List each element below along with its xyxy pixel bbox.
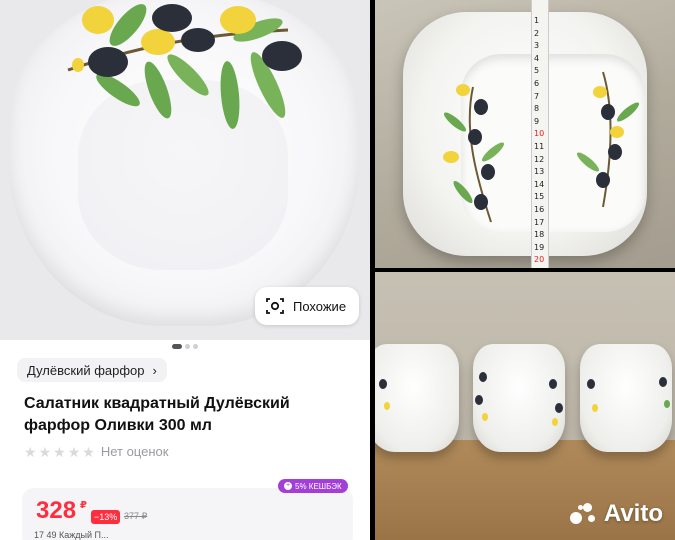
ruler-number: 1 — [534, 16, 540, 25]
ruler-number: 19 — [534, 242, 545, 252]
ruler-number: 4 — [534, 53, 540, 63]
star-icon: ★ — [24, 443, 37, 460]
ruler-number: 20 — [534, 255, 545, 265]
ruler-number: 15 — [534, 192, 545, 202]
star-icon: ★ — [38, 443, 52, 460]
ruler-number: 11 — [534, 142, 545, 151]
plus-icon: + — [284, 482, 292, 490]
similar-button[interactable]: Похожие — [255, 287, 359, 325]
product-card: Похожие Дулёвский фарфор › Салатник квад… — [0, 0, 370, 540]
price: 328 — [36, 497, 77, 524]
ruler-number: 10 — [534, 129, 545, 139]
measuring-ruler: 1 2 3 4 5 6 7 8 9 10 11 12 13 14 15 16 17 18 19 20 — [531, 0, 549, 268]
ruler-number: 18 — [534, 230, 545, 240]
ruler-number: 13 — [534, 167, 545, 177]
brand-label: Дулёвский фарфор — [27, 362, 145, 378]
ruler-number: 6 — [534, 79, 540, 88]
star-icon: ★ — [82, 443, 95, 460]
avito-watermark: Avito — [569, 500, 663, 528]
ruler-number: 9 — [534, 116, 540, 126]
discount-badge: −13% — [91, 510, 121, 524]
olive-branch-decoration — [443, 71, 640, 223]
photo-three-bowls[interactable]: Avito — [375, 272, 675, 540]
gallery-dot[interactable] — [172, 344, 182, 349]
rating-row[interactable]: ★ ★ ★ ★ ★ Нет оценок — [24, 444, 168, 459]
star-icon: ★ — [67, 443, 81, 460]
gallery-dot[interactable] — [185, 344, 190, 349]
chevron-right-icon: › — [152, 362, 157, 378]
bowl-image — [8, 0, 360, 326]
ruler-number: 2 — [534, 28, 540, 38]
camera-search-icon — [266, 298, 284, 314]
ruler-number: 17 — [534, 217, 545, 227]
product-title: Салатник квадратный Дулёвский фарфор Оли… — [24, 395, 290, 434]
ruler-number: 5 — [534, 66, 540, 76]
star-icon: ★ — [53, 443, 66, 460]
old-price: 377 ₽ — [124, 511, 148, 521]
cashback-label: 5% КЕШБЭК — [295, 481, 342, 491]
ruler-number: 14 — [534, 179, 545, 189]
rating-text: Нет оценок — [100, 444, 169, 459]
product-photo[interactable]: Похожие — [0, 0, 370, 340]
gallery-dots — [172, 344, 198, 349]
gallery-dot[interactable] — [193, 344, 198, 349]
ruler-number: 3 — [534, 41, 540, 51]
cashback-badge[interactable]: + 5% КЕШБЭК — [278, 479, 348, 493]
photo-bowl-with-ruler[interactable]: 1 2 3 4 5 6 7 8 9 10 11 12 13 14 15 16 17 18 19 20 — [375, 0, 675, 268]
ruler-number: 16 — [534, 205, 545, 214]
rating-stars: ★ ★ ★ ★ ★ — [24, 445, 95, 459]
avito-logo-icon — [569, 503, 600, 525]
ruler-number: 12 — [534, 154, 545, 164]
olive-branch-decoration — [67, 4, 302, 129]
bottom-partial-row: 17 49 Каждый П... — [34, 530, 109, 540]
bowl-image — [403, 12, 647, 256]
currency: ₽ — [80, 500, 87, 511]
similar-label: Похожие — [293, 298, 347, 314]
ruler-number: 7 — [534, 91, 540, 101]
brand-chip[interactable]: Дулёвский фарфор › — [17, 358, 167, 382]
ruler-number: 8 — [534, 104, 540, 114]
avito-text: Avito — [603, 500, 663, 527]
